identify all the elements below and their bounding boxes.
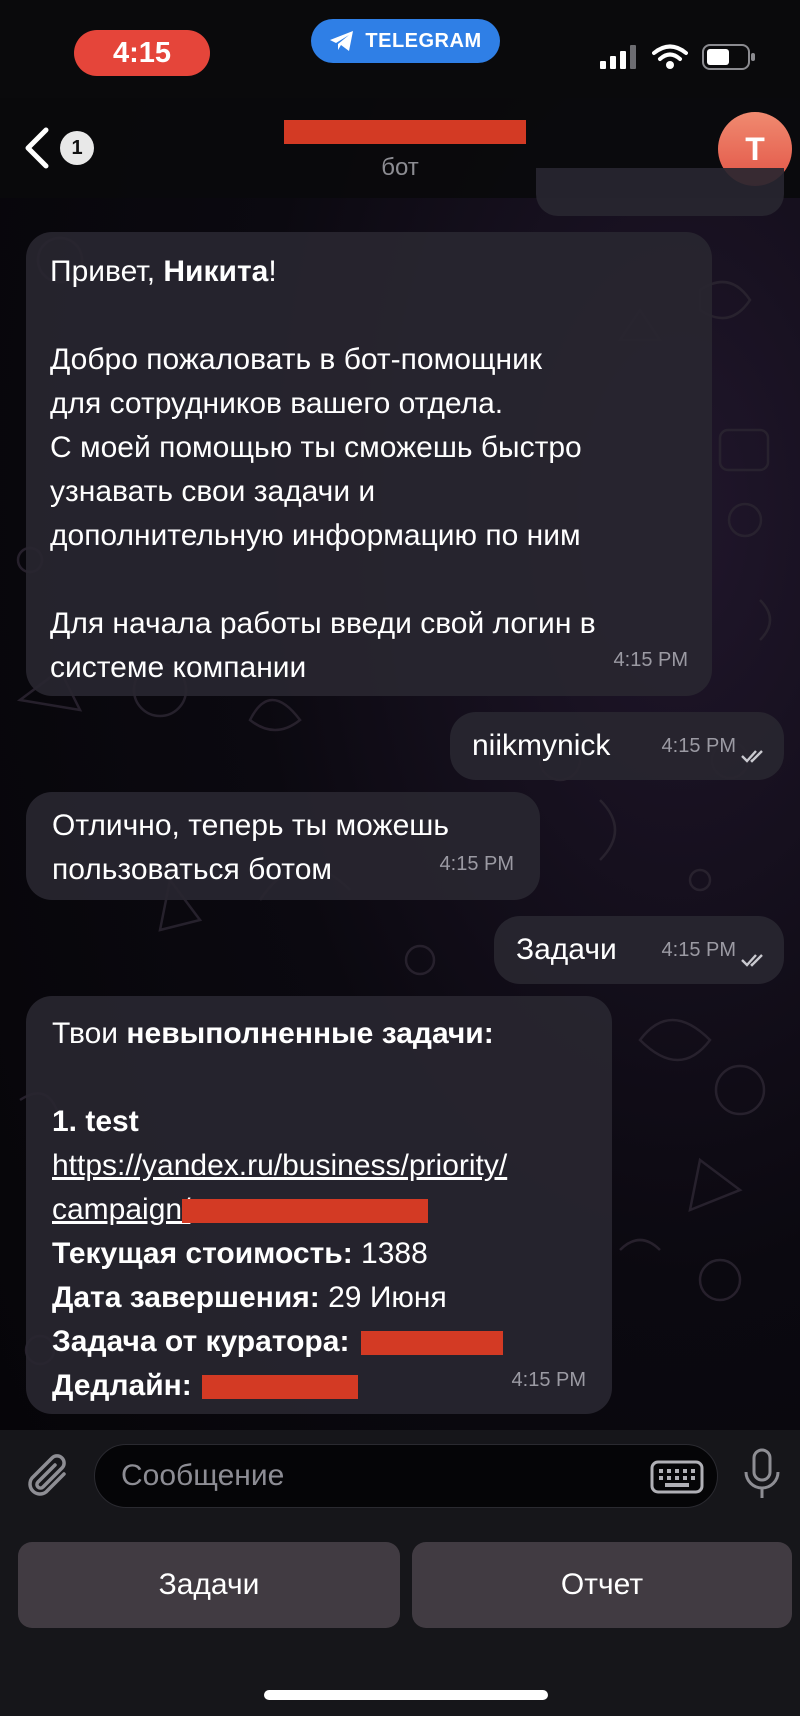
battery-icon — [702, 44, 755, 70]
status-bar: 4:15 TELEGRAM — [0, 0, 800, 98]
welcome-body: Добро пожаловать в бот-помощник для сотр… — [50, 343, 582, 552]
read-ticks-icon — [741, 750, 763, 763]
message-text: Задачи — [516, 933, 617, 966]
read-ticks-icon — [741, 954, 763, 967]
task-end-date: Дата завершения: 29 Июня — [52, 1276, 586, 1320]
message-welcome: Привет, Никита! Добро пожаловать в бот-п… — [26, 232, 712, 696]
task-link[interactable]: https://yandex.ru/business/priority/ cam… — [52, 1144, 586, 1232]
message-time: 4:15 PM — [661, 735, 736, 757]
message-time: 4:15 PM — [661, 939, 736, 961]
keyboard-icon[interactable] — [650, 1460, 704, 1494]
telegram-icon — [330, 31, 354, 51]
intro-prefix: Твои — [52, 1017, 127, 1050]
greeting-suffix: ! — [268, 255, 277, 288]
paperclip-icon[interactable] — [26, 1452, 74, 1502]
status-icons — [600, 44, 756, 70]
message-time: 4:15 PM — [439, 853, 514, 875]
cost-value: 1388 — [352, 1237, 428, 1270]
cost-label: Текущая стоимость: — [52, 1237, 353, 1270]
chat-title-redacted[interactable] — [284, 120, 526, 144]
message-composer — [0, 1430, 800, 1520]
task-title: 1. test — [52, 1105, 139, 1138]
message-tasks-command: Задачи 4:15 PM — [494, 916, 784, 984]
task-curator: Задача от куратора: — [52, 1320, 586, 1364]
curator-label: Задача от куратора: — [52, 1325, 350, 1358]
message-text: Привет, Никита! — [50, 250, 688, 294]
task-deadline: Дедлайн: — [52, 1364, 586, 1408]
telegram-return-pill[interactable]: TELEGRAM — [311, 19, 500, 63]
home-indicator[interactable] — [264, 1690, 548, 1700]
app-label: TELEGRAM — [365, 29, 482, 52]
message-input[interactable] — [94, 1444, 718, 1508]
message-time: 4:15 PM — [511, 1369, 586, 1391]
keyboard-button-report[interactable]: Отчет — [412, 1542, 792, 1628]
task-link-line1[interactable]: https://yandex.ru/business/priority/ — [52, 1149, 507, 1182]
message-text: niikmynick — [472, 729, 611, 762]
greeting-prefix: Привет, — [50, 255, 164, 288]
keyboard-button-tasks[interactable]: Задачи — [18, 1542, 400, 1628]
redacted-deadline — [201, 1375, 358, 1400]
message-success: Отлично, теперь ты можешь пользоваться б… — [26, 792, 540, 900]
message-login: niikmynick 4:15 PM — [450, 712, 784, 780]
end-value: 29 Июня — [319, 1281, 447, 1314]
greeting-name: Никита — [163, 255, 269, 288]
tasks-intro: Твои невыполненные задачи: — [52, 1012, 586, 1056]
deadline-label: Дедлайн: — [52, 1369, 192, 1402]
message-time: 4:15 PM — [613, 649, 688, 671]
redacted-curator — [361, 1331, 504, 1356]
cellular-signal-icon — [600, 45, 636, 69]
task-link-line2[interactable]: campaign/ — [52, 1193, 190, 1226]
wifi-icon — [652, 44, 688, 69]
task-cost: Текущая стоимость: 1388 — [52, 1232, 586, 1276]
microphone-icon[interactable] — [742, 1448, 782, 1502]
intro-bold: невыполненные задачи: — [126, 1017, 494, 1050]
bot-reply-keyboard: Задачи Отчет — [0, 1520, 800, 1716]
redacted-link-id — [182, 1199, 429, 1224]
message-task-list: Твои невыполненные задачи: 1. test https… — [26, 996, 612, 1414]
end-label: Дата завершения: — [52, 1281, 320, 1314]
status-time: 4:15 — [74, 30, 210, 76]
previous-message-partial — [536, 168, 784, 216]
welcome-footer: Для начала работы введи свой логин в сис… — [50, 607, 596, 684]
